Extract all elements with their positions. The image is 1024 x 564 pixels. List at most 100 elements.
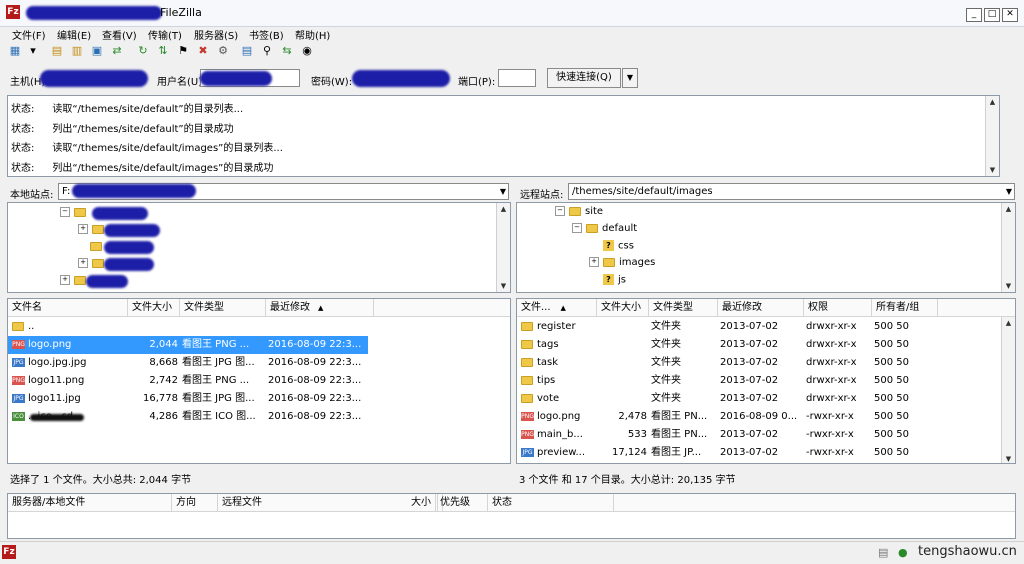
refresh-icon[interactable]: ↻ — [136, 44, 150, 58]
local-col-modified[interactable]: 最近修改 ▲ — [266, 299, 374, 316]
maximize-button[interactable]: □ — [984, 8, 1000, 22]
file-type: 看图王 PN... — [651, 429, 708, 440]
remote-tree-node[interactable]: ? js — [589, 274, 626, 286]
minimize-button[interactable]: _ — [966, 8, 982, 22]
site-manager-dropdown-icon[interactable]: ▾ — [26, 44, 40, 58]
scroll-up-icon[interactable]: ▲ — [497, 203, 510, 215]
remote-file-row[interactable]: register 文件夹 2013-07-02 drwxr-xr-x 500 50 — [517, 318, 1015, 336]
filezilla-taskbar-icon: Fz — [2, 545, 16, 559]
file-size — [599, 336, 647, 354]
local-file-row[interactable]: ICO...ico...cd... 4,286 看图王 ICO 图... 2016-0… — [8, 408, 510, 426]
remote-file-row[interactable]: task 文件夹 2013-07-02 drwxr-xr-x 500 50 — [517, 354, 1015, 372]
file-name: PNG logo.png — [521, 411, 581, 422]
directory-listing-filter-icon[interactable]: ▤ — [240, 44, 254, 58]
remote-tree-node[interactable]: + images — [589, 257, 655, 268]
local-file-row[interactable]: .. — [8, 318, 510, 336]
remote-file-row[interactable]: tags 文件夹 2013-07-02 drwxr-xr-x 500 50 — [517, 336, 1015, 354]
remote-path-dropdown-icon[interactable]: ▼ — [1006, 184, 1012, 199]
local-col-size[interactable]: 文件大小 — [128, 299, 180, 316]
menu-view[interactable]: 查看(V) — [102, 27, 137, 42]
scroll-down-icon[interactable]: ▼ — [497, 280, 510, 292]
file-permissions: drwxr-xr-x — [806, 393, 857, 404]
remote-site-label: 远程站点: — [520, 190, 564, 201]
menu-transfer[interactable]: 传输(T) — [148, 27, 182, 42]
local-file-row[interactable]: JPG logo11.jpg 16,778 看图王 JPG 图... 2016-08-0… — [8, 390, 510, 408]
local-file-row[interactable]: PNG logo.png 2,044 看图王 PNG ... 2016-08-09 22… — [8, 336, 368, 354]
file-modified: 2016-08-09 22:3... — [268, 375, 362, 386]
password-input[interactable] — [352, 70, 450, 87]
menu-bookmarks[interactable]: 书签(B) — [249, 27, 284, 42]
remote-file-row[interactable]: JPG preview... 17,124 看图王 JP... 2013-07-02 -r… — [517, 444, 1015, 462]
host-input[interactable] — [40, 70, 148, 87]
port-input[interactable] — [498, 69, 536, 87]
log-scrollbar[interactable]: ▲ ▼ — [985, 96, 999, 176]
scroll-down-icon[interactable]: ▼ — [1002, 453, 1015, 463]
scroll-down-icon[interactable]: ▼ — [986, 164, 999, 176]
remote-path-input[interactable]: /themes/site/default/images ▼ — [568, 183, 1015, 200]
remote-file-list: 文件... ▲ 文件大小 文件类型 最近修改 权限 所有者/组 register 文… — [516, 298, 1016, 464]
remote-path-text: /themes/site/default/images — [572, 186, 713, 197]
menu-server[interactable]: 服务器(S) — [194, 27, 238, 42]
site-manager-icon[interactable]: ▦ — [8, 44, 22, 58]
menu-file[interactable]: 文件(F) — [12, 27, 46, 42]
file-type: 看图王 JPG 图... — [182, 393, 255, 404]
file-name: task — [521, 354, 597, 372]
scroll-up-icon[interactable]: ▲ — [1002, 203, 1015, 215]
remote-file-row[interactable]: PNG logo.png 2,478 看图王 PN... 2016-08-09 0...… — [517, 408, 1015, 426]
remote-file-row[interactable]: PNG main_b... 533 看图王 PN... 2013-07-02 -rwxr-… — [517, 426, 1015, 444]
password-label: 密码(W): — [311, 77, 353, 88]
local-tree-scrollbar[interactable]: ▲ ▼ — [496, 203, 510, 292]
toggle-log-icon[interactable]: ▤ — [50, 44, 64, 58]
disconnect-icon[interactable]: ✖ — [196, 44, 210, 58]
cancel-icon[interactable]: ⚑ — [176, 44, 190, 58]
compare-icon[interactable]: ⚲ — [260, 44, 274, 58]
scroll-down-icon[interactable]: ▼ — [1002, 280, 1015, 292]
local-col-type[interactable]: 文件类型 — [180, 299, 266, 316]
remote-col-permissions[interactable]: 权限 — [804, 299, 872, 316]
quickconnect-dropdown-icon[interactable]: ▼ — [622, 68, 638, 88]
remote-col-name[interactable]: 文件... ▲ — [517, 299, 597, 316]
close-button[interactable]: ✕ — [1002, 8, 1018, 22]
remote-file-row[interactable]: vote 文件夹 2013-07-02 drwxr-xr-x 500 50 — [517, 390, 1015, 408]
queue-col-direction[interactable]: 方向 — [172, 494, 218, 511]
file-owner: 500 50 — [874, 393, 909, 404]
remote-col-type[interactable]: 文件类型 — [649, 299, 718, 316]
sync-browse-icon[interactable]: ⇆ — [280, 44, 294, 58]
local-path-dropdown-icon[interactable]: ▼ — [500, 184, 506, 199]
queue-col-priority[interactable]: 优先级 — [436, 494, 488, 511]
tree-node-label: site — [585, 206, 604, 217]
queue-col-server[interactable]: 服务器/本地文件 — [8, 494, 172, 511]
search-icon[interactable]: ◉ — [300, 44, 314, 58]
local-file-row[interactable]: JPG logo.jpg.jpg 8,668 看图王 JPG 图... 2016-08-… — [8, 354, 510, 372]
menu-edit[interactable]: 编辑(E) — [57, 27, 91, 42]
toggle-remote-tree-icon[interactable]: ▣ — [90, 44, 104, 58]
scroll-up-icon[interactable]: ▲ — [1002, 317, 1015, 329]
remote-tree-node[interactable]: − default — [572, 223, 637, 234]
remote-tree-scrollbar[interactable]: ▲ ▼ — [1001, 203, 1015, 292]
menu-help[interactable]: 帮助(H) — [295, 27, 330, 42]
toggle-queue-icon[interactable]: ⇄ — [110, 44, 124, 58]
remote-list-scrollbar[interactable]: ▲ ▼ — [1001, 317, 1015, 463]
local-col-name[interactable]: 文件名 — [8, 299, 128, 316]
local-tree-node[interactable]: − — [60, 207, 90, 218]
remote-file-row[interactable]: tips 文件夹 2013-07-02 drwxr-xr-x 500 50 — [517, 372, 1015, 390]
quickconnect-button[interactable]: 快速连接(Q) — [547, 68, 621, 88]
scroll-up-icon[interactable]: ▲ — [986, 96, 999, 108]
remote-col-owner[interactable]: 所有者/组 — [872, 299, 938, 316]
expand-icon[interactable]: + — [589, 257, 599, 267]
toggle-local-tree-icon[interactable]: ▥ — [70, 44, 84, 58]
remote-tree-node[interactable]: ? css — [589, 240, 634, 252]
reconnect-icon[interactable]: ⚙ — [216, 44, 230, 58]
local-file-row[interactable]: PNG logo11.png 2,742 看图王 PNG ... 2016-08-09 … — [8, 372, 510, 390]
collapse-icon[interactable]: − — [572, 223, 582, 233]
file-modified: 2016-08-09 22:3... — [268, 411, 362, 422]
queue-col-size[interactable]: 大小 — [388, 494, 436, 511]
process-queue-icon[interactable]: ⇅ — [156, 44, 170, 58]
remote-tree-node[interactable]: − site — [555, 206, 603, 217]
remote-col-modified[interactable]: 最近修改 — [718, 299, 804, 316]
remote-col-size[interactable]: 文件大小 — [597, 299, 649, 316]
queue-col-status[interactable]: 状态 — [488, 494, 614, 511]
collapse-icon[interactable]: − — [555, 206, 565, 216]
local-tree-node[interactable] — [78, 241, 106, 252]
file-name: JPG preview... — [521, 447, 586, 458]
